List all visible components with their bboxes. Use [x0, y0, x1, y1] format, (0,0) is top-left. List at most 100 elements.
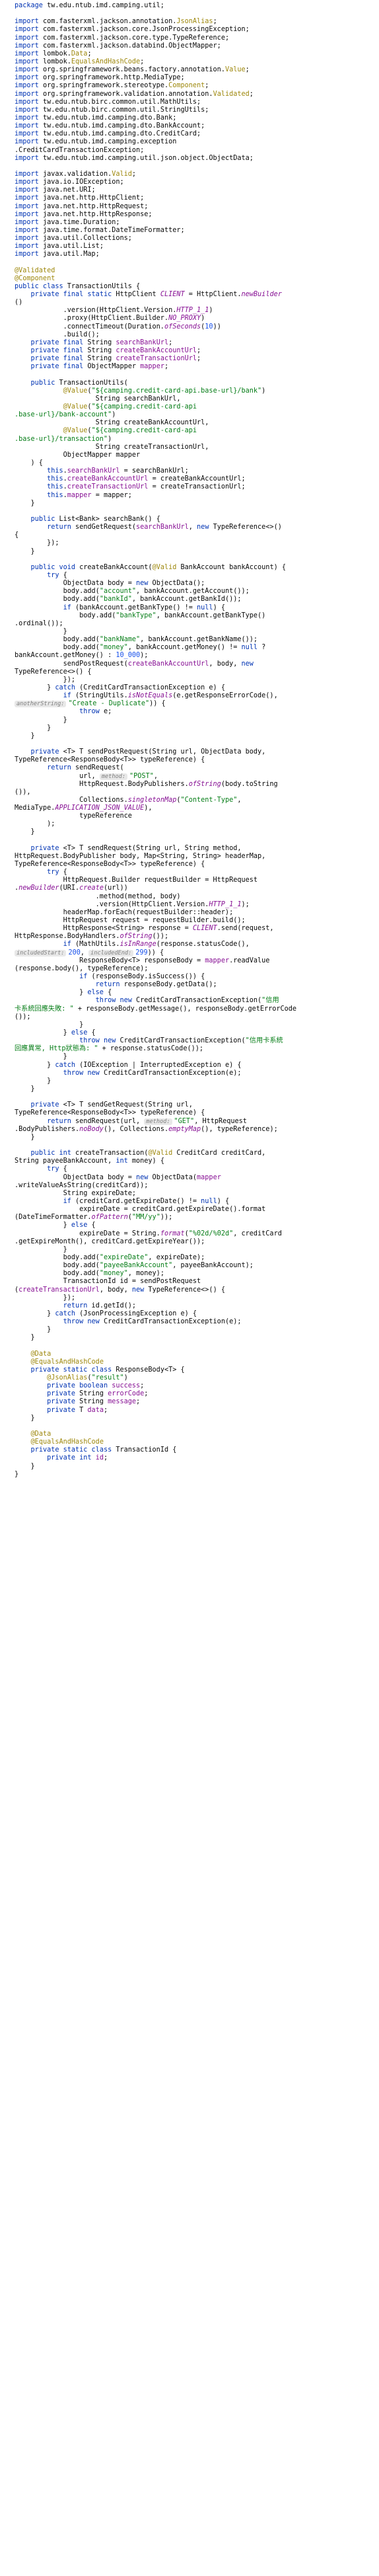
annotation-token: @Value	[63, 387, 88, 395]
constant-token: HTTP_1_1	[209, 900, 242, 908]
code-text: String	[83, 347, 116, 355]
code-line: String createBankAccountUrl,	[15, 419, 379, 427]
code-text: (bankAccount.getBankType() !=	[71, 604, 197, 611]
code-text: )	[123, 1374, 128, 1382]
field-token: searchBankUrl	[136, 524, 189, 531]
code-text: }	[15, 1053, 67, 1061]
code-line: private boolean success;	[15, 1382, 379, 1390]
keyword-token: public	[30, 379, 55, 387]
code-text: ) {	[217, 1197, 230, 1205]
annotation-token: EqualsAndHashCode	[71, 58, 141, 65]
code-text: tw.edu.ntub.birc.common.util.StringUtils…	[38, 106, 209, 114]
code-text: , expireDate);	[148, 1253, 205, 1261]
code-line: String searchBankUrl,	[15, 395, 379, 403]
keyword-token: new	[241, 660, 254, 668]
code-text: ObjectMapper mapper	[15, 451, 141, 459]
static-method-token: format	[160, 1229, 185, 1237]
code-text: expireDate = creditCard.getExpireDate().…	[15, 1206, 266, 1214]
code-text: .send(request,	[217, 925, 274, 933]
code-text: (response.body(), typeReference);	[15, 964, 149, 972]
code-line: ()	[15, 299, 379, 307]
code-text: java.net.http.HttpClient;	[38, 194, 145, 202]
annotation-token: @Valid	[148, 1150, 173, 1157]
code-text: org.springframework.beans.factory.annota…	[38, 66, 225, 74]
code-line: import javax.validation.Valid;	[15, 171, 379, 178]
constant-token: NO_PROXY	[168, 315, 201, 323]
code-line: if (bankAccount.getBankType() != null) {	[15, 604, 379, 612]
code-line: import java.net.http.HttpClient;	[15, 194, 379, 202]
code-line: } catch (JsonProcessingException e) {	[15, 1310, 379, 1318]
code-editor[interactable]: package tw.edu.ntub.imd.camping.util; imp…	[0, 0, 379, 2576]
keyword-token: import	[15, 243, 39, 251]
code-text: = createTransactionUrl;	[148, 483, 246, 491]
keyword-token: int	[116, 1157, 128, 1165]
code-text: ,	[153, 772, 158, 780]
code-text: = mapper;	[91, 491, 132, 499]
code-line: body.add("money", bankAccount.getMoney()…	[15, 644, 379, 652]
code-text: java.net.URI;	[38, 186, 96, 194]
keyword-token: throw new	[95, 997, 132, 1005]
code-line: }	[15, 1021, 379, 1029]
code-line: private final ObjectMapper mapper;	[15, 363, 379, 371]
code-line: includedStart: 200, includedEnd: 299)) {	[15, 949, 379, 957]
code-line: TransactionId id = sendPostRequest	[15, 1278, 379, 1286]
string-token: "信用	[261, 997, 279, 1005]
code-line: public void createBankAccount(@Valid Ban…	[15, 564, 379, 572]
code-text: )	[209, 307, 213, 315]
number-token: 10	[205, 323, 213, 331]
keyword-token: if	[79, 973, 88, 981]
code-line: return id.getId();	[15, 1302, 379, 1310]
string-token: "money"	[99, 1270, 128, 1278]
code-text: tw.edu.ntub.imd.camping.exception	[38, 138, 177, 146]
keyword-token: return	[47, 764, 71, 772]
static-method-token: ofString	[120, 933, 153, 941]
code-text: }	[15, 1414, 35, 1422]
keyword-token: else	[71, 1029, 88, 1036]
code-text: }	[15, 1222, 71, 1229]
code-text: java.time.format.DateTimeFormatter;	[38, 226, 185, 234]
code-line: .version(HttpClient.Version.HTTP_1_1)	[15, 307, 379, 315]
code-text: tw.edu.ntub.birc.common.util.MathUtils;	[38, 98, 201, 106]
code-text: String expireDate;	[15, 1189, 137, 1197]
code-text: TransactionId {	[112, 1446, 177, 1454]
code-text: ;	[103, 1406, 108, 1414]
code-text: MediaType.	[15, 804, 55, 812]
keyword-token: return	[95, 981, 120, 989]
code-line: if (MathUtils.isInRange(response.statusC…	[15, 941, 379, 949]
constant-token: HTTP_1_1	[176, 307, 209, 315]
code-line: body.add("account", bankAccount.getAccou…	[15, 588, 379, 596]
static-method-token: newBuilder	[18, 884, 59, 892]
code-line: body.add("bankId", bankAccount.getBankId…	[15, 596, 379, 604]
code-text: String	[75, 1390, 108, 1398]
keyword-token: new	[197, 524, 209, 531]
code-text: CreditCardTransactionException(e);	[99, 1318, 242, 1326]
annotation-token: Valid	[112, 170, 132, 178]
code-text: .version(HttpClient.Version.	[15, 900, 209, 908]
code-text: }	[15, 1334, 35, 1342]
code-text: tw.edu.ntub.imd.camping.dto.BankAccount;	[38, 122, 205, 130]
code-text: .version(HttpClient.Version.	[15, 307, 177, 315]
code-line: @Validated	[15, 267, 379, 275]
code-line: ObjectMapper mapper	[15, 451, 379, 459]
code-line: }	[15, 1134, 379, 1142]
code-text: HttpRequest.BodyPublisher body, Map<Stri…	[15, 852, 266, 860]
keyword-token: import	[15, 154, 39, 162]
code-text: (MathUtils.	[71, 941, 120, 949]
code-text: (creditCard.getExpireDate() !=	[71, 1197, 201, 1205]
code-line: import lombok.EqualsAndHashCode;	[15, 58, 379, 66]
code-text: headerMap.forEach(requestBuilder::header…	[15, 908, 234, 916]
code-line: import tw.edu.ntub.imd.camping.exception	[15, 138, 379, 146]
code-line: }	[15, 548, 379, 556]
code-line: @Data	[15, 1430, 379, 1438]
code-text: }	[15, 1061, 55, 1069]
